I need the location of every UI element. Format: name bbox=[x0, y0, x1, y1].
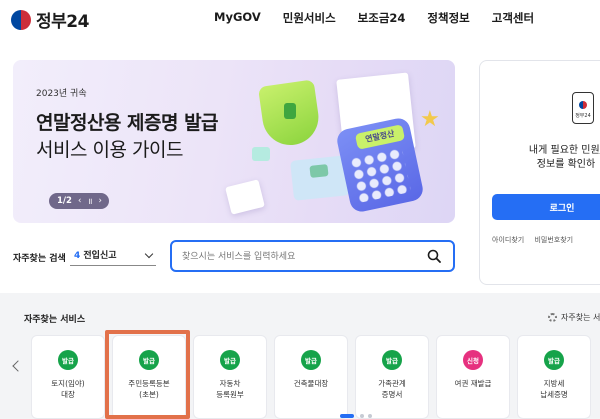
service-badge: 신청 bbox=[463, 350, 483, 370]
popular-search-rank: 4 bbox=[74, 251, 81, 261]
frequent-services-title: 자주찾는 서비스 bbox=[24, 315, 86, 325]
star-icon: ★ bbox=[420, 107, 440, 132]
service-badge: 발급 bbox=[58, 350, 78, 370]
settings-label: 자주찾는 서비 bbox=[561, 313, 600, 322]
service-card[interactable]: 발급지방세납세증명 bbox=[517, 335, 591, 419]
nav-customer-center[interactable]: 고객센터 bbox=[492, 10, 534, 26]
popular-search-select[interactable]: 4 전입신고 bbox=[70, 244, 156, 266]
service-label-line1: 지방세 bbox=[543, 379, 565, 388]
service-label-line2: 증명서 bbox=[381, 390, 403, 399]
pager-pause-icon[interactable]: ॥ bbox=[87, 196, 92, 207]
pager-next-icon[interactable]: › bbox=[98, 196, 101, 206]
lock-icon bbox=[284, 103, 296, 119]
hero-year: 2023년 귀속 bbox=[36, 89, 87, 99]
pager-prev-icon[interactable]: ‹ bbox=[78, 196, 81, 206]
highlight-box bbox=[105, 330, 190, 419]
service-card[interactable]: 발급건축물대장 bbox=[274, 335, 348, 419]
gear-icon bbox=[548, 313, 557, 322]
service-label-line1: 토지(임야) bbox=[51, 379, 85, 388]
pager-count: 1/2 bbox=[57, 196, 72, 206]
search-box bbox=[170, 240, 455, 272]
service-label: 토지(임야) 대장 bbox=[32, 378, 104, 400]
service-label: 가족관계증명서 bbox=[356, 378, 428, 400]
login-links: 아이디찾기 비밀번호찾기 bbox=[492, 235, 581, 245]
frequent-services-settings[interactable]: 자주찾는 서비 bbox=[548, 312, 600, 323]
check-icon bbox=[309, 164, 329, 178]
hero-title: 연말정산용 제증명 발급 bbox=[36, 112, 219, 134]
carousel-dots bbox=[340, 414, 372, 418]
service-label-line1: 여권 재발급 bbox=[454, 379, 492, 388]
popular-search-value: 4 전입신고 bbox=[70, 248, 117, 261]
mobile-phone-icon bbox=[572, 92, 594, 124]
service-label-line1: 가족관계 bbox=[378, 379, 406, 388]
service-label-line1: 건축물대장 bbox=[293, 379, 329, 388]
service-card[interactable]: 발급자동차등록원부 bbox=[193, 335, 267, 419]
find-id-link[interactable]: 아이디찾기 bbox=[492, 236, 524, 244]
site-header: 정부24 MyGOV 민원서비스 보조금24 정책정보 고객센터 bbox=[0, 0, 600, 40]
nav-policy-info[interactable]: 정책정보 bbox=[427, 10, 469, 26]
service-card[interactable]: 발급가족관계증명서 bbox=[355, 335, 429, 419]
hero-subtitle: 서비스 이용 가이드 bbox=[36, 139, 183, 161]
phone-app-label: 정부24 bbox=[575, 113, 591, 119]
popular-search-term: 전입신고 bbox=[83, 251, 117, 261]
nav-mygov[interactable]: MyGOV bbox=[214, 10, 261, 26]
service-label-line2: 등록원부 bbox=[216, 390, 244, 399]
banner-pager: 1/2 ‹ ॥ › bbox=[49, 193, 109, 209]
site-logo[interactable]: 정부24 bbox=[11, 7, 89, 32]
taegeuk-emblem-icon bbox=[11, 9, 31, 30]
service-label-line2: 납세증명 bbox=[540, 390, 568, 399]
service-badge: 발급 bbox=[382, 350, 402, 370]
service-card[interactable]: 신청여권 재발급 bbox=[436, 335, 510, 419]
login-message-line2: 정보를 확인하 bbox=[536, 159, 596, 170]
medical-cross-icon bbox=[252, 147, 270, 161]
nav-civil-services[interactable]: 민원서비스 bbox=[283, 10, 336, 26]
service-label: 지방세납세증명 bbox=[518, 378, 590, 400]
quick-search-label: 자주찾는 검색 bbox=[13, 254, 66, 264]
service-label: 여권 재발급 bbox=[437, 378, 509, 389]
logo-text: 정부24 bbox=[36, 12, 89, 32]
main-nav: MyGOV 민원서비스 보조금24 정책정보 고객센터 bbox=[214, 10, 556, 26]
search-icon[interactable] bbox=[427, 249, 441, 263]
service-label-line2: 대장 bbox=[61, 390, 75, 399]
service-label: 자동차등록원부 bbox=[194, 378, 266, 400]
login-button[interactable]: 로그인 bbox=[492, 194, 600, 220]
search-input[interactable] bbox=[182, 248, 422, 266]
service-badge: 발급 bbox=[220, 350, 240, 370]
chevron-down-icon bbox=[144, 249, 154, 259]
service-badge: 발급 bbox=[544, 350, 564, 370]
login-message: 내게 필요한 민원/ 정보를 확인하 bbox=[516, 144, 600, 172]
service-label: 건축물대장 bbox=[275, 378, 347, 389]
nav-subsidy24[interactable]: 보조금24 bbox=[358, 10, 406, 26]
service-card[interactable]: 발급토지(임야) 대장 bbox=[31, 335, 105, 419]
service-label-line1: 자동차 bbox=[219, 379, 241, 388]
gov24-home: 정부24 MyGOV 민원서비스 보조금24 정책정보 고객센터 2023년 귀… bbox=[0, 0, 600, 419]
find-password-link[interactable]: 비밀번호찾기 bbox=[534, 236, 573, 244]
service-badge: 발급 bbox=[301, 350, 321, 370]
login-message-line1: 내게 필요한 민원/ bbox=[528, 145, 600, 156]
